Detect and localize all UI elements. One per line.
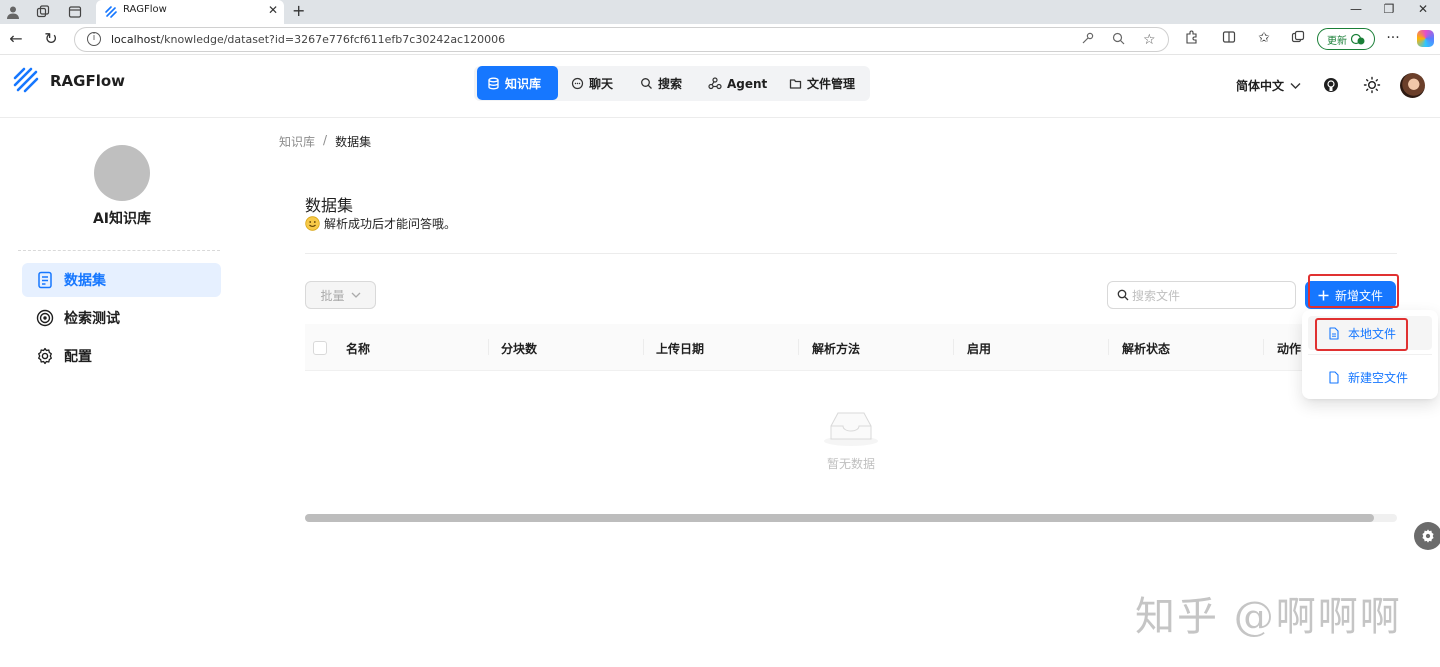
nav-agent[interactable]: Agent (698, 66, 777, 101)
chevron-down-icon (351, 292, 360, 298)
favorites-icon[interactable]: ✩ (1255, 30, 1273, 46)
agent-icon (708, 77, 722, 90)
section-divider (305, 253, 1397, 254)
tab-close-icon[interactable]: ✕ (268, 3, 278, 17)
site-info-icon[interactable]: i (87, 32, 101, 46)
sidebar-divider (18, 250, 220, 251)
ragflow-favicon-icon (105, 6, 117, 18)
refresh-icon[interactable]: ↻ (41, 29, 61, 48)
address-bar-row: ← ↻ i localhost/knowledge/dataset?id=326… (0, 24, 1440, 55)
search-icon (641, 78, 652, 89)
top-navigation: 知识库 聊天 搜索 Agent 文件管理 (474, 66, 870, 101)
target-icon (36, 309, 54, 327)
knowledge-base-avatar (94, 145, 150, 201)
watermark-text: 知乎 @啊啊啊 (1135, 594, 1402, 640)
menu-item-local-file[interactable]: 本地文件 (1308, 316, 1432, 350)
profile-icon[interactable] (4, 3, 22, 21)
language-selector[interactable]: 简体中文 (1236, 77, 1301, 94)
minimize-icon[interactable]: — (1346, 2, 1366, 16)
search-files-input[interactable] (1132, 286, 1292, 305)
tab-title: RAGFlow (123, 4, 167, 15)
favorite-star-icon[interactable]: ☆ (1143, 32, 1156, 48)
chat-icon (571, 77, 584, 90)
add-file-dropdown-menu: 本地文件 新建空文件 (1302, 310, 1438, 399)
folder-icon (789, 79, 802, 89)
menu-item-new-empty-file[interactable]: 新建空文件 (1308, 360, 1432, 394)
column-header-actions[interactable]: 动作 (1277, 340, 1301, 357)
extensions-icon[interactable] (1182, 30, 1200, 48)
column-header-upload-date[interactable]: 上传日期 (656, 340, 704, 357)
column-separator (1263, 339, 1264, 355)
nav-chat[interactable]: 聊天 (561, 66, 623, 101)
column-header-chunks[interactable]: 分块数 (501, 340, 537, 357)
column-separator (798, 339, 799, 355)
back-arrow-icon[interactable]: ← (6, 29, 26, 48)
app-header: RAGFlow 知识库 聊天 搜索 Agent 文件管理 简体中文 (0, 56, 1440, 118)
sidebar-item-dataset[interactable]: 数据集 (22, 263, 221, 297)
key-icon[interactable] (1081, 32, 1094, 49)
user-avatar[interactable] (1400, 73, 1425, 98)
search-files-field[interactable] (1107, 281, 1296, 309)
url-field[interactable]: i localhost/knowledge/dataset?id=3267e77… (74, 27, 1169, 52)
window-close-icon[interactable]: ✕ (1413, 2, 1433, 16)
sidebar-item-configuration[interactable]: 配置 (22, 339, 221, 373)
empty-inbox-icon (824, 412, 878, 446)
knowledge-base-name: AI知识库 (92, 211, 152, 227)
browser-tab-bar: RAGFlow ✕ + — ❐ ✕ (0, 0, 1440, 24)
horizontal-scrollbar-thumb[interactable] (305, 514, 1374, 522)
breadcrumb-separator: / (323, 133, 328, 147)
copilot-icon[interactable] (1417, 30, 1434, 47)
new-tab-icon[interactable]: + (292, 1, 305, 20)
url-text: localhost/knowledge/dataset?id=3267e776f… (111, 33, 506, 46)
column-header-parse-method[interactable]: 解析方法 (812, 340, 860, 357)
table-header: 名称 分块数 上传日期 解析方法 启用 解析状态 动作 (305, 324, 1397, 371)
menu-divider (1308, 354, 1432, 355)
plus-icon (1318, 290, 1329, 300)
column-header-parse-status[interactable]: 解析状态 (1122, 340, 1170, 357)
restore-icon[interactable]: ❐ (1379, 2, 1399, 16)
chevron-down-icon (1290, 82, 1301, 89)
floating-settings-button[interactable] (1414, 522, 1440, 550)
tab-ragflow[interactable]: RAGFlow ✕ (96, 0, 284, 24)
select-all-checkbox[interactable] (313, 341, 327, 355)
page-description: 解析成功后才能问答哦。 (305, 215, 456, 232)
more-options-icon[interactable]: ··· (1384, 30, 1402, 46)
column-header-name[interactable]: 名称 (346, 340, 370, 357)
ragflow-logo-icon[interactable] (12, 66, 40, 94)
gear-icon (38, 347, 52, 365)
brand-name: RAGFlow (50, 72, 126, 90)
document-icon (38, 271, 52, 289)
database-icon (488, 77, 499, 89)
column-separator (1108, 339, 1109, 355)
blank-file-icon (1329, 370, 1339, 384)
nav-knowledge-base[interactable]: 知识库 (477, 66, 558, 100)
update-badge-icon (1351, 33, 1365, 45)
column-separator (488, 339, 489, 355)
file-icon (1329, 326, 1339, 340)
empty-state-text: 暂无数据 (826, 457, 875, 471)
column-separator (953, 339, 954, 355)
page-title: 数据集 (305, 196, 354, 215)
github-icon[interactable] (1322, 76, 1340, 94)
breadcrumb-root[interactable]: 知识库 (279, 133, 315, 150)
add-file-button[interactable]: 新增文件 (1305, 281, 1396, 309)
gear-icon (1422, 529, 1434, 543)
search-icon (1117, 289, 1129, 301)
bulk-action-button[interactable]: 批量 (305, 281, 376, 309)
nav-search[interactable]: 搜索 (630, 66, 692, 101)
sun-theme-icon[interactable] (1363, 76, 1381, 94)
sidebar-item-retrieval-test[interactable]: 检索测试 (22, 301, 221, 335)
update-button[interactable]: 更新 (1317, 28, 1375, 50)
workspaces-icon[interactable] (34, 3, 52, 21)
nav-file-management[interactable]: 文件管理 (779, 66, 865, 101)
smile-emoji-icon (305, 216, 320, 231)
vertical-tabs-icon[interactable] (66, 3, 84, 21)
split-screen-icon[interactable] (1220, 30, 1238, 48)
column-separator (643, 339, 644, 355)
zoom-icon[interactable] (1112, 32, 1125, 49)
breadcrumb: 知识库 / 数据集 (279, 133, 371, 150)
collections-icon[interactable] (1289, 30, 1307, 48)
column-header-enabled[interactable]: 启用 (967, 340, 991, 357)
breadcrumb-current: 数据集 (335, 135, 372, 149)
